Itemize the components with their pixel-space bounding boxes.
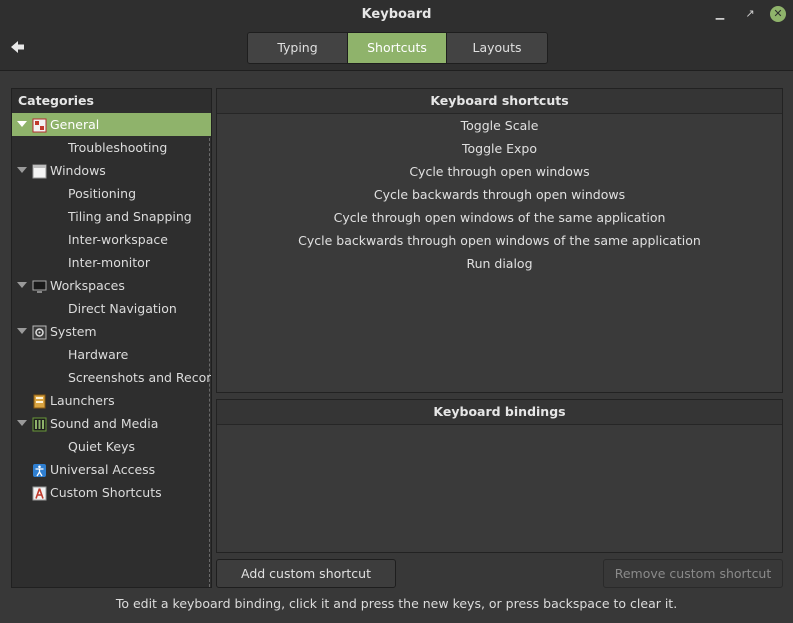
sidebar-item-troubleshooting[interactable]: Troubleshooting [12,136,211,159]
custom-shortcuts-icon [32,485,47,501]
launchers-icon [32,393,47,409]
expand-arrow-icon[interactable] [17,282,27,288]
sound-media-icon [32,416,47,432]
shortcut-row-cycle-windows[interactable]: Cycle through open windows [217,160,782,183]
sidebar-item-hardware[interactable]: Hardware [12,343,211,366]
tab-bar: Typing Shortcuts Layouts [247,32,548,64]
keyboard-bindings-header: Keyboard bindings [217,400,782,425]
universal-access-icon [32,462,47,477]
add-custom-shortcut-button[interactable]: Add custom shortcut [216,559,396,588]
sidebar-item-direct-navigation[interactable]: Direct Navigation [12,297,211,320]
sidebar-item-windows[interactable]: Windows [12,159,211,182]
sidebar-item-quiet-keys[interactable]: Quiet Keys [12,435,211,458]
workspaces-icon [32,278,47,293]
shortcut-row-toggle-scale[interactable]: Toggle Scale [217,114,782,137]
help-text: To edit a keyboard binding, click it and… [115,596,678,611]
categories-sidebar: Categories General Troubleshooting Windo… [11,88,212,588]
sidebar-item-custom-shortcuts[interactable]: Custom Shortcuts [12,481,211,504]
sidebar-item-workspaces[interactable]: Workspaces [12,274,211,297]
tab-layouts[interactable]: Layouts [446,33,547,63]
keyboard-shortcuts-header: Keyboard shortcuts [217,89,782,114]
expand-arrow-icon[interactable] [17,167,27,173]
sidebar-item-tiling-and-snapping[interactable]: Tiling and Snapping [12,205,211,228]
windows-icon [32,163,47,179]
sidebar-item-inter-monitor[interactable]: Inter-monitor [12,251,211,274]
close-icon[interactable]: ✕ [770,6,786,22]
remove-custom-shortcut-button[interactable]: Remove custom shortcut [603,559,783,588]
expand-arrow-icon[interactable] [17,121,27,127]
shortcut-row-toggle-expo[interactable]: Toggle Expo [217,137,782,160]
categories-header: Categories [18,93,94,108]
sidebar-item-positioning[interactable]: Positioning [12,182,211,205]
system-icon [32,324,47,340]
shortcut-row-run-dialog[interactable]: Run dialog [217,252,782,275]
general-icon [32,117,47,133]
sidebar-item-inter-workspace[interactable]: Inter-workspace [12,228,211,251]
sidebar-item-launchers[interactable]: Launchers [12,389,211,412]
title-bar: Keyboard ▁ ↗ ✕ Typing Shortcuts Layouts [0,0,793,71]
shortcut-row-cycle-windows-backwards[interactable]: Cycle backwards through open windows [217,183,782,206]
sidebar-item-universal-access[interactable]: Universal Access [12,458,211,481]
keyboard-shortcuts-panel: Keyboard shortcuts Toggle Scale Toggle E… [216,88,783,393]
sidebar-item-screenshots-and-recording[interactable]: Screenshots and Recording [12,366,211,389]
shortcut-row-cycle-app-windows[interactable]: Cycle through open windows of the same a… [217,206,782,229]
sidebar-item-system[interactable]: System [12,320,211,343]
expand-arrow-icon[interactable] [17,420,27,426]
shortcut-row-cycle-app-windows-backwards[interactable]: Cycle backwards through open windows of … [217,229,782,252]
tab-typing[interactable]: Typing [248,33,347,63]
minimize-icon[interactable]: ▁ [712,6,728,22]
window-title: Keyboard [361,7,432,22]
expand-arrow-icon[interactable] [17,328,27,334]
keyboard-bindings-panel: Keyboard bindings [216,399,783,553]
maximize-icon[interactable]: ↗ [742,6,758,22]
back-arrow-icon[interactable] [9,38,27,56]
sidebar-item-sound-and-media[interactable]: Sound and Media [12,412,211,435]
sidebar-item-general[interactable]: General [12,113,211,136]
tab-shortcuts[interactable]: Shortcuts [347,33,446,63]
